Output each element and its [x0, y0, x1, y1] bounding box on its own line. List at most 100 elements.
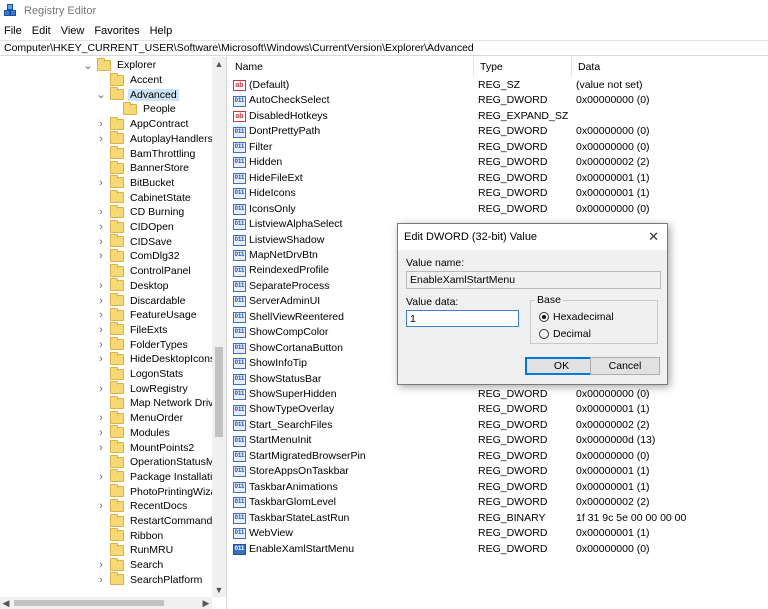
tree-node[interactable]: ⌄ Explorer — [83, 57, 158, 73]
chevron-right-icon[interactable]: › — [96, 249, 106, 263]
value-row[interactable]: ab DisabledHotkeys REG_EXPAND_SZ — [229, 109, 768, 124]
value-row[interactable]: 011 StoreAppsOnTaskbar REG_DWORD 0x00000001… — [229, 464, 768, 479]
value-row[interactable]: 011 ShowTypeOverlay REG_DWORD 0x00000001 (1… — [229, 402, 768, 417]
chevron-right-icon[interactable]: › — [96, 323, 106, 337]
cancel-button[interactable]: Cancel — [590, 357, 660, 375]
chevron-right-icon[interactable]: › — [96, 411, 106, 425]
tree-node[interactable]: People — [109, 101, 178, 117]
chevron-right-icon[interactable]: › — [96, 117, 106, 131]
chevron-right-icon[interactable]: › — [96, 573, 106, 587]
chevron-right-icon[interactable]: › — [96, 426, 106, 440]
menu-view[interactable]: View — [61, 25, 85, 37]
chevron-right-icon[interactable]: › — [96, 205, 106, 219]
address-bar[interactable]: Computer\HKEY_CURRENT_USER\Software\Micr… — [0, 40, 768, 56]
tree-node[interactable]: › CD Burning — [96, 204, 186, 220]
column-header-type[interactable]: Type — [474, 57, 572, 77]
value-row[interactable]: 011 Filter REG_DWORD 0x00000000 (0) — [229, 140, 768, 155]
tree-node[interactable]: › MountPoints2 — [96, 440, 196, 455]
scroll-right-arrow-icon[interactable]: ▶ — [200, 597, 212, 609]
tree-node[interactable]: Ribbon — [96, 528, 165, 543]
tree-node[interactable]: › CIDOpen — [96, 219, 176, 235]
radio-decimal[interactable]: Decimal — [539, 328, 591, 340]
tree-node[interactable]: › AutoplayHandlers — [96, 131, 212, 147]
chevron-right-icon[interactable]: › — [96, 382, 106, 396]
tree-node[interactable]: › FolderTypes — [96, 337, 190, 352]
chevron-right-icon[interactable]: › — [96, 338, 106, 352]
tree-node[interactable]: › BitBucket — [96, 175, 176, 191]
tree-node[interactable]: › FileExts — [96, 322, 169, 338]
tree-node[interactable]: LogonStats — [96, 366, 185, 382]
scroll-up-arrow-icon[interactable]: ▲ — [212, 57, 226, 71]
close-icon[interactable]: ✕ — [648, 224, 659, 250]
tree-vertical-scrollbar[interactable]: ▲ ▼ — [212, 57, 226, 597]
tree-node[interactable]: › CIDSave — [96, 234, 174, 249]
chevron-right-icon[interactable]: › — [96, 470, 106, 484]
scrollbar-thumb[interactable] — [215, 347, 223, 437]
menu-file[interactable]: File — [4, 25, 22, 37]
tree-node[interactable]: RestartCommands — [96, 513, 212, 529]
menu-edit[interactable]: Edit — [32, 25, 51, 37]
tree-node[interactable]: Map Network Drive — [96, 395, 212, 411]
tree-node[interactable]: Accent — [96, 72, 164, 88]
tree-horizontal-scrollbar[interactable]: ◀ ▶ — [0, 597, 212, 609]
tree-node[interactable]: › Discardable — [96, 293, 187, 308]
tree-node[interactable]: › AppContract — [96, 116, 190, 132]
column-header-name[interactable]: Name — [229, 57, 474, 77]
value-row[interactable]: 011 EnableXamlStartMenu REG_DWORD 0x0000000… — [229, 542, 768, 557]
value-row[interactable]: 011 DontPrettyPath REG_DWORD 0x00000000 (0) — [229, 124, 768, 139]
value-row[interactable]: 011 Start_SearchFiles REG_DWORD 0x00000002 … — [229, 418, 768, 433]
tree-node[interactable]: › SearchPlatform — [96, 572, 204, 588]
value-row[interactable]: 011 StartMigratedBrowserPin REG_DWORD 0x000… — [229, 449, 768, 464]
tree-node[interactable]: ControlPanel — [96, 263, 193, 279]
tree-node[interactable]: › Package Installation — [96, 469, 212, 485]
value-row[interactable]: 011 WebView REG_DWORD 0x00000001 (1) — [229, 526, 768, 541]
value-row[interactable]: 011 TaskbarAnimations REG_DWORD 0x00000001 … — [229, 480, 768, 495]
chevron-right-icon[interactable]: › — [96, 308, 106, 322]
chevron-right-icon[interactable]: › — [96, 132, 106, 146]
column-header-data[interactable]: Data — [572, 57, 768, 77]
tree-node[interactable]: › RecentDocs — [96, 498, 189, 514]
tree-node[interactable]: CabinetState — [96, 190, 193, 205]
ok-button[interactable]: OK — [525, 357, 598, 375]
value-row[interactable]: 011 TaskbarStateLastRun REG_BINARY 1f 31 9c… — [229, 511, 768, 526]
value-row[interactable]: 011 StartMenuInit REG_DWORD 0x0000000d (13) — [229, 433, 768, 448]
value-row[interactable]: 011 AutoCheckSelect REG_DWORD 0x00000000 (0… — [229, 93, 768, 108]
value-row[interactable]: 011 IconsOnly REG_DWORD 0x00000000 (0) — [229, 202, 768, 217]
value-row[interactable]: ab (Default) REG_SZ (value not set) — [229, 78, 768, 93]
tree-node[interactable]: BannerStore — [96, 160, 191, 176]
value-row[interactable]: 011 TaskbarGlomLevel REG_DWORD 0x00000002 (… — [229, 495, 768, 510]
tree-node[interactable]: RunMRU — [96, 542, 175, 558]
tree-node[interactable]: OperationStatusMar — [96, 454, 212, 470]
value-name-field[interactable]: EnableXamlStartMenu — [406, 271, 661, 289]
value-row[interactable]: 011 ShowSuperHidden REG_DWORD 0x00000000 (0… — [229, 387, 768, 402]
tree-node[interactable]: BamThrottling — [96, 146, 197, 161]
value-data-input[interactable] — [406, 310, 519, 327]
chevron-down-icon[interactable]: ⌄ — [83, 58, 93, 72]
tree-node[interactable]: › LowRegistry — [96, 381, 190, 396]
tree-node[interactable]: ⌄ Advanced — [96, 87, 179, 102]
chevron-right-icon[interactable]: › — [96, 176, 106, 190]
tree-node[interactable]: › FeatureUsage — [96, 307, 199, 323]
chevron-right-icon[interactable]: › — [96, 279, 106, 293]
value-row[interactable]: 011 HideIcons REG_DWORD 0x00000001 (1) — [229, 186, 768, 201]
tree-node[interactable]: › Desktop — [96, 278, 171, 294]
chevron-right-icon[interactable]: › — [96, 352, 106, 366]
tree-node[interactable]: › MenuOrder — [96, 410, 185, 426]
chevron-right-icon[interactable]: › — [96, 235, 106, 249]
chevron-right-icon[interactable]: › — [96, 441, 106, 455]
menu-help[interactable]: Help — [150, 25, 173, 37]
radio-hexadecimal[interactable]: Hexadecimal — [539, 311, 614, 323]
value-row[interactable]: 011 Hidden REG_DWORD 0x00000002 (2) — [229, 155, 768, 170]
scrollbar-thumb-horizontal[interactable] — [14, 600, 164, 606]
chevron-right-icon[interactable]: › — [96, 558, 106, 572]
tree-node[interactable]: PhotoPrintingWizarc — [96, 484, 212, 499]
tree-node[interactable]: › HideDesktopIcons — [96, 351, 212, 367]
tree-node[interactable]: › ComDlg32 — [96, 248, 182, 264]
tree-node[interactable]: › Modules — [96, 425, 172, 441]
tree-node[interactable]: › Search — [96, 557, 165, 573]
scroll-left-arrow-icon[interactable]: ◀ — [0, 597, 12, 609]
value-row[interactable]: 011 HideFileExt REG_DWORD 0x00000001 (1) — [229, 171, 768, 186]
chevron-down-icon[interactable]: ⌄ — [96, 88, 106, 102]
scroll-down-arrow-icon[interactable]: ▼ — [212, 583, 226, 597]
chevron-right-icon[interactable]: › — [96, 294, 106, 308]
